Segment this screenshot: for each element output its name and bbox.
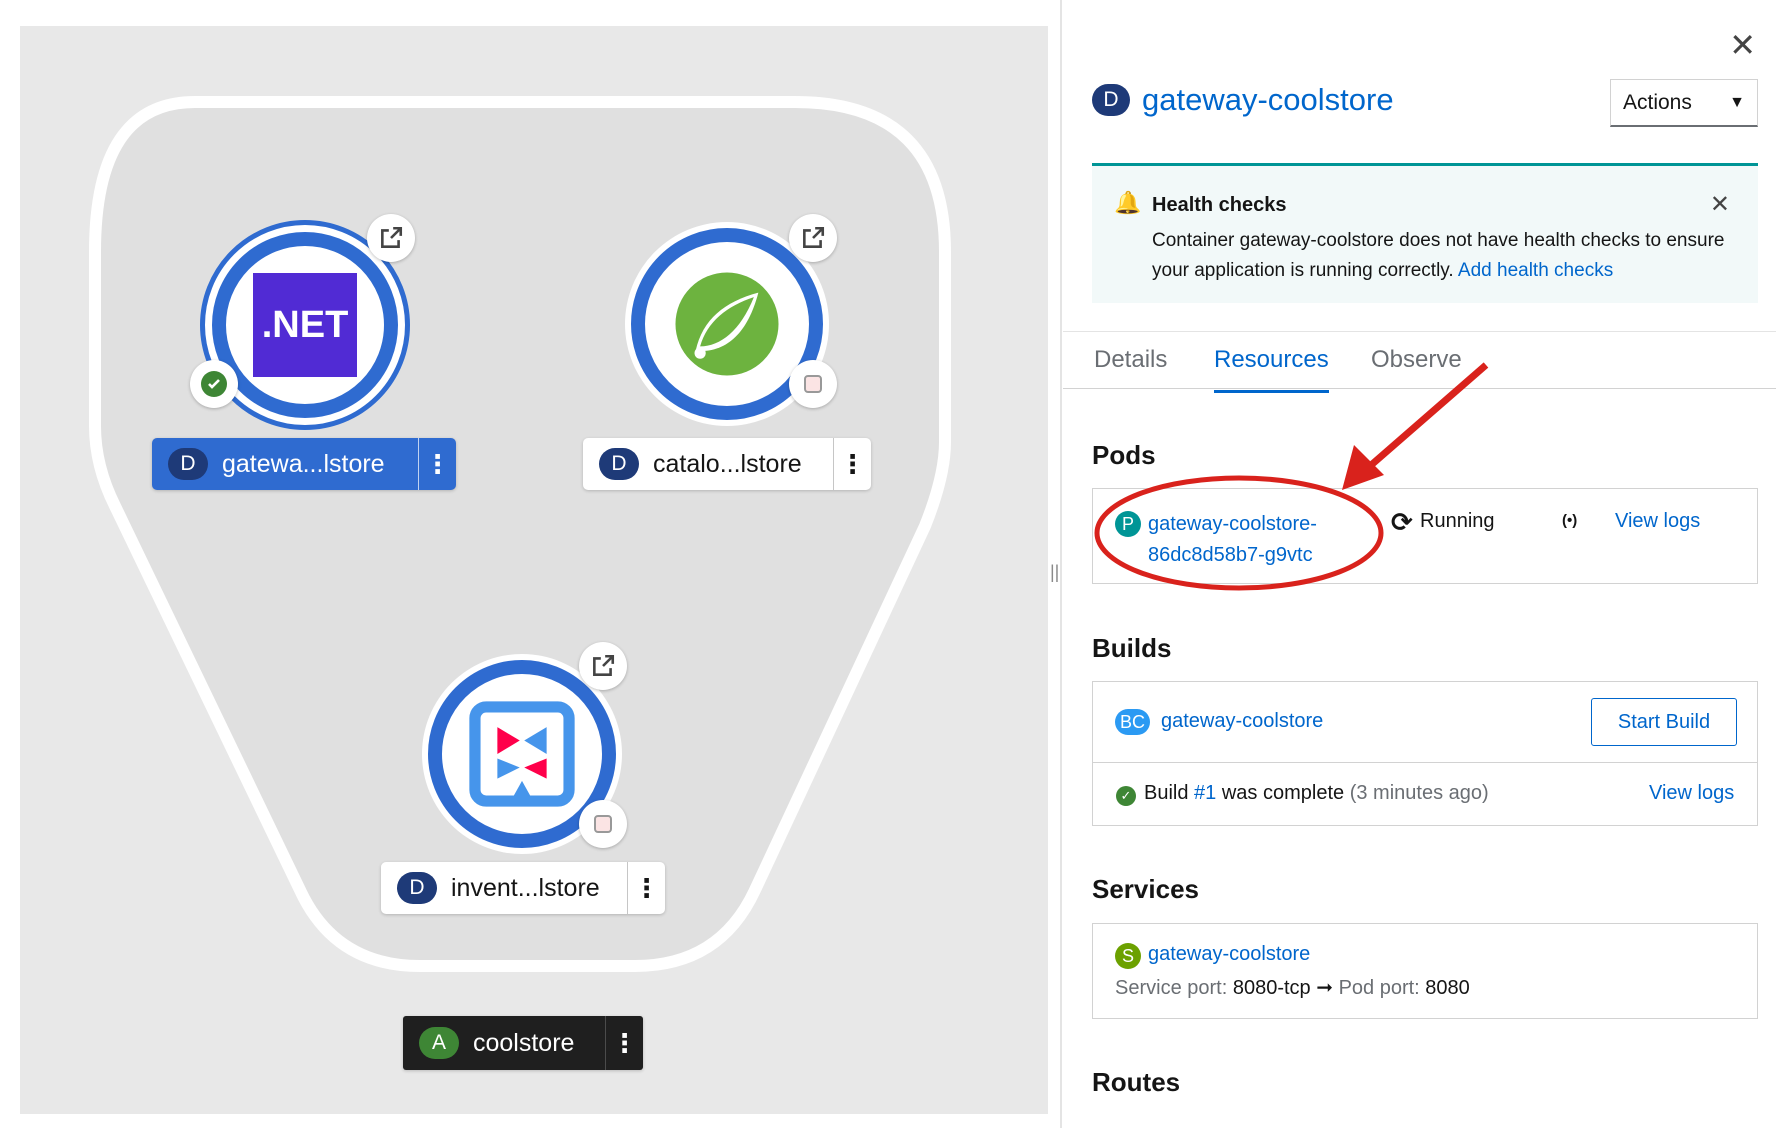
panel-title: D gateway-coolstore [1092,82,1394,118]
kebab-menu-icon[interactable]: ⋮ [605,1016,643,1070]
pod-view-logs-link[interactable]: View logs [1615,510,1700,533]
build-number-link[interactable]: #1 [1194,782,1216,804]
build-config-link[interactable]: gateway-coolstore [1161,710,1323,733]
service-port-label: Service port: [1115,977,1228,999]
status-success-icon[interactable] [190,360,238,408]
build-view-logs-link[interactable]: View logs [1649,782,1734,805]
dotnet-icon: .NET [253,273,357,377]
deployment-badge: D [599,448,639,480]
deployment-badge: D [1092,84,1130,116]
actions-label: Actions [1623,90,1692,114]
bell-icon: 🔔 [1114,190,1142,215]
resource-name: gateway-coolstore [1142,82,1394,117]
source-code-icon[interactable] [789,360,837,408]
service-ports: Service port: 8080-tcp ➞ Pod port: 8080 [1115,975,1470,1000]
source-code-icon[interactable] [579,800,627,848]
broadcast-icon: (•) [1562,512,1578,529]
alert-title: Health checks [1152,194,1287,216]
deployment-badge: D [397,872,437,904]
application-label-coolstore[interactable]: A coolstore ⋮ [403,1016,643,1070]
caret-down-icon: ▼ [1729,93,1745,111]
node-label-gateway[interactable]: D gatewa...lstore ⋮ [152,438,456,490]
node-label-text: catalo...lstore [653,449,802,478]
build-config-badge: BC [1115,709,1151,735]
alert-body: Container gateway-coolstore does not hav… [1152,226,1742,286]
splitter-grip-icon[interactable]: || [1050,562,1059,583]
node-inventory[interactable] [422,642,627,854]
application-group-shape[interactable] [20,26,1048,1114]
node-label-text: gatewa...lstore [222,449,385,478]
open-url-icon[interactable] [579,642,627,690]
actions-dropdown[interactable]: Actions ▼ [1610,79,1758,127]
spring-leaf-icon [675,272,779,376]
node-label-inventory[interactable]: D invent...lstore ⋮ [381,862,665,914]
pod-port-value: 8080 [1425,977,1470,999]
builds-heading: Builds [1092,633,1172,663]
add-health-checks-link[interactable]: Add health checks [1458,260,1613,281]
start-build-button[interactable]: Start Build [1591,698,1737,746]
service-badge: S [1115,943,1141,969]
panel-splitter[interactable] [1060,0,1062,1128]
builds-card: BC gateway-coolstore Start Build ✓ Build… [1092,681,1758,826]
build-text: was complete [1221,782,1345,804]
quarkus-icon [469,701,575,807]
node-label-text: invent...lstore [451,873,600,902]
deployment-badge: D [168,448,208,480]
routes-heading: Routes [1092,1067,1181,1097]
openshift-topology-view: .NET D gatewa...lstore ⋮ D catalo...lsto… [0,0,1776,1128]
node-label-catalog[interactable]: D catalo...lstore ⋮ [583,438,871,490]
node-catalog[interactable] [625,214,837,426]
alert-message: Container gateway-coolstore does not hav… [1152,230,1725,281]
annotation-overlay [1094,362,1489,591]
pod-port-label: Pod port: [1338,977,1420,999]
open-url-icon[interactable] [789,214,837,262]
node-gateway[interactable]: .NET [190,214,415,430]
close-alert-icon[interactable]: ✕ [1710,190,1730,219]
kebab-menu-icon[interactable]: ⋮ [627,862,665,914]
service-link[interactable]: gateway-coolstore [1148,943,1310,966]
open-url-icon[interactable] [367,214,415,262]
health-checks-alert: 🔔 Health checks ✕ Container gateway-cool… [1092,163,1758,303]
build-complete-icon: ✓ [1116,786,1136,806]
close-panel-icon[interactable]: ✕ [1729,26,1756,64]
kebab-menu-icon[interactable]: ⋮ [833,438,871,490]
build-prefix: Build [1144,782,1189,804]
application-badge: A [419,1027,459,1059]
arrow-right-icon: ➞ [1316,977,1333,999]
side-panel: ✕ D gateway-coolstore Actions ▼ 🔔 Health… [1063,0,1776,1128]
services-card: S gateway-coolstore Service port: 8080-t… [1092,923,1758,1019]
application-label-text: coolstore [473,1028,575,1057]
build-status: Build #1 was complete (3 minutes ago) [1144,782,1489,805]
topology-canvas[interactable]: .NET D gatewa...lstore ⋮ D catalo...lsto… [20,26,1048,1114]
kebab-menu-icon[interactable]: ⋮ [418,438,456,490]
service-port-value: 8080-tcp [1232,977,1311,999]
services-heading: Services [1092,874,1199,904]
build-time: (3 minutes ago) [1349,782,1489,804]
